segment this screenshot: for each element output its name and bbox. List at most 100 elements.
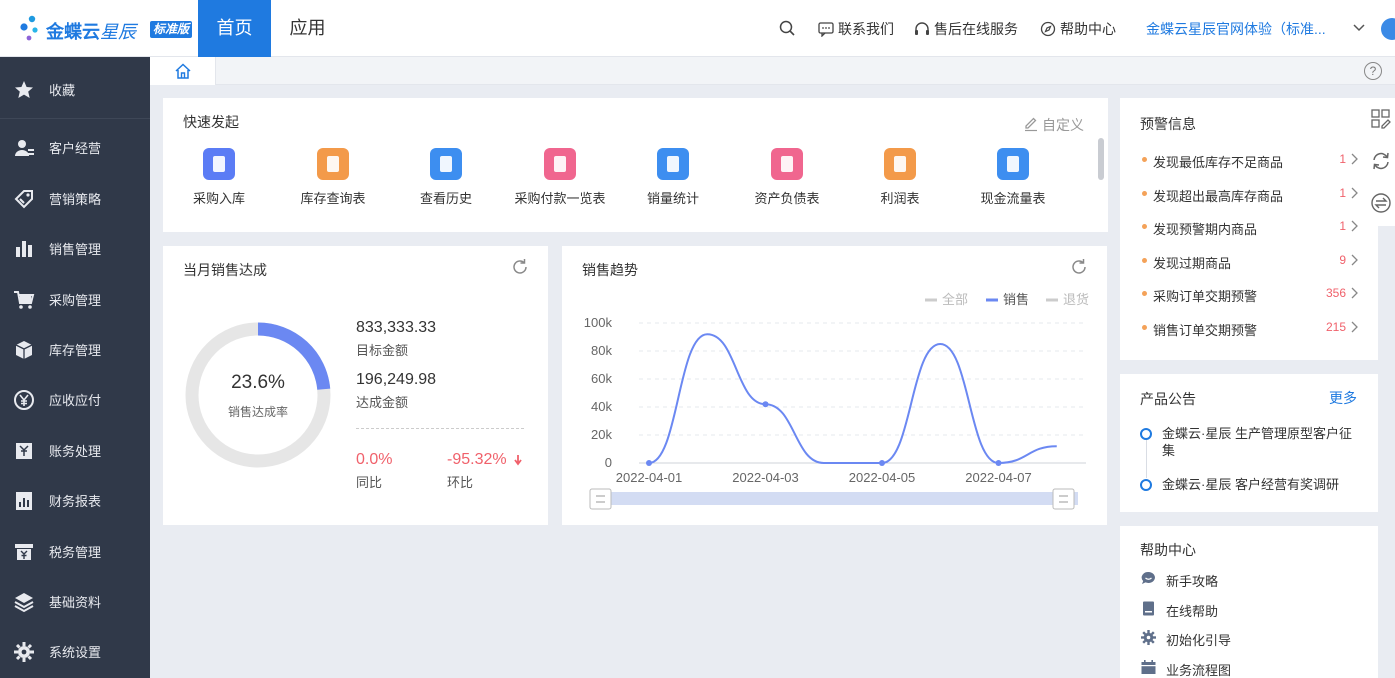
sidebar-item-financial-reports[interactable]: 财务报表 bbox=[0, 477, 150, 527]
chevron-right-icon bbox=[1351, 254, 1358, 266]
announcements-card: 产品公告 更多 金蝶云·星辰 生产管理原型客户征集 金蝶云·星辰 客户经营有奖调… bbox=[1120, 374, 1378, 512]
alert-count: 1 bbox=[1339, 152, 1346, 166]
bullet-dot bbox=[1142, 191, 1147, 196]
switch-icon[interactable] bbox=[1370, 192, 1392, 214]
sidebar-item-accounting[interactable]: 账务处理 bbox=[0, 427, 150, 477]
help-item-init-guide[interactable]: 初始化引导 bbox=[1140, 628, 1370, 648]
sidebar-item-inventory[interactable]: 库存管理 bbox=[0, 326, 150, 376]
search-button[interactable] bbox=[779, 19, 800, 39]
quick-item-purchase-inbound[interactable]: 采购入库 bbox=[164, 148, 274, 210]
sidebar-divider bbox=[0, 118, 150, 119]
announcement-item[interactable]: 金蝶云·星辰 生产管理原型客户征集 bbox=[1140, 425, 1362, 461]
ledger-icon bbox=[16, 443, 32, 459]
quick-item-history[interactable]: 查看历史 bbox=[391, 148, 501, 210]
legend-label: 全部 bbox=[942, 292, 968, 307]
quick-item-income-statement[interactable]: 利润表 bbox=[845, 148, 955, 210]
achievement-rate: 23.6% bbox=[231, 372, 285, 393]
message-icon bbox=[818, 22, 834, 37]
quick-item-sales-stats[interactable]: 销量统计 bbox=[618, 148, 728, 210]
sidebar-item-purchase[interactable]: 采购管理 bbox=[0, 276, 150, 326]
y-tick-label: 0 bbox=[605, 455, 612, 470]
chat-bubble-icon bbox=[1141, 571, 1155, 584]
zoom-slider-handle-right[interactable] bbox=[1052, 488, 1075, 510]
help-item-beginner-guide[interactable]: 新手攻略 bbox=[1140, 569, 1370, 589]
announcement-item[interactable]: 金蝶云·星辰 客户经营有奖调研 bbox=[1140, 476, 1362, 496]
history-doc-icon bbox=[430, 148, 462, 180]
achieved-amount: 196,249.98 bbox=[356, 371, 437, 388]
account-switcher[interactable]: 金蝶云星辰官网体验（标准... bbox=[1146, 19, 1326, 39]
chevron-right-icon bbox=[1351, 321, 1358, 333]
alert-text: 发现最低库存不足商品 bbox=[1153, 155, 1284, 170]
help-item-label: 初始化引导 bbox=[1166, 633, 1232, 648]
sidebar-item-label: 客户经营 bbox=[49, 141, 102, 156]
chevron-right-icon bbox=[1351, 287, 1358, 299]
sidebar-item-label: 应收应付 bbox=[49, 393, 102, 408]
home-icon bbox=[175, 63, 191, 79]
y-tick-label: 40k bbox=[591, 399, 612, 414]
alert-count: 1 bbox=[1339, 186, 1346, 200]
sidebar-item-master-data[interactable]: 基础资料 bbox=[0, 578, 150, 628]
y-tick-label: 100k bbox=[584, 315, 613, 330]
alert-row[interactable]: 发现过期商品 9 bbox=[1142, 251, 1372, 271]
box-icon bbox=[15, 341, 33, 359]
quick-launch-scrollbar[interactable] bbox=[1098, 138, 1104, 180]
search-icon bbox=[779, 20, 795, 36]
dashed-divider bbox=[356, 428, 524, 429]
timeline-dot bbox=[1140, 479, 1152, 491]
alert-row[interactable]: 发现超出最高库存商品 1 bbox=[1142, 184, 1372, 204]
quick-launch-title: 快速发起 bbox=[183, 114, 239, 130]
quick-item-stock-query[interactable]: 库存查询表 bbox=[278, 148, 388, 210]
user-avatar[interactable] bbox=[1381, 18, 1395, 40]
sales-target-card: 当月销售达成 23.6% 销售达成率 833,333.33 目标金额 196,2… bbox=[163, 246, 548, 525]
alert-row[interactable]: 发现最低库存不足商品 1 bbox=[1142, 150, 1372, 170]
customize-button[interactable]: 自定义 bbox=[1023, 115, 1084, 135]
alert-count: 1 bbox=[1339, 219, 1346, 233]
contact-us-link[interactable]: 联系我们 bbox=[818, 19, 894, 39]
sidebar-item-customers[interactable]: 客户经营 bbox=[0, 124, 150, 174]
alert-count: 356 bbox=[1325, 286, 1346, 300]
quick-item-cash-flow[interactable]: 现金流量表 bbox=[958, 148, 1068, 210]
sidebar-item-marketing[interactable]: 营销策略 bbox=[0, 175, 150, 225]
alert-row[interactable]: 采购订单交期预警 356 bbox=[1142, 284, 1372, 304]
legend-label: 销售 bbox=[1003, 292, 1029, 307]
zoom-slider-handle-left[interactable] bbox=[589, 488, 612, 510]
chevron-down-icon[interactable] bbox=[1352, 21, 1366, 35]
x-tick-label: 2022-04-01 bbox=[616, 470, 683, 485]
yoy-value: 0.0% bbox=[356, 451, 393, 468]
announcements-title: 产品公告 bbox=[1140, 391, 1196, 407]
quick-item-label: 资产负债表 bbox=[754, 191, 820, 206]
quick-item-balance-sheet[interactable]: 资产负债表 bbox=[732, 148, 842, 210]
quick-item-label: 查看历史 bbox=[419, 191, 472, 206]
gear-icon bbox=[14, 642, 34, 662]
layout-edit-icon[interactable] bbox=[1370, 108, 1392, 130]
alert-text: 发现预警期内商品 bbox=[1153, 222, 1258, 237]
sidebar-item-receivables[interactable]: 应收应付 bbox=[0, 376, 150, 426]
tab-home[interactable] bbox=[150, 57, 216, 85]
help-center-link[interactable]: 帮助中心 bbox=[1040, 19, 1116, 39]
nav-home-tab[interactable]: 首页 bbox=[198, 0, 271, 57]
alert-row[interactable]: 销售订单交期预警 215 bbox=[1142, 318, 1372, 338]
help-item-online-help[interactable]: 在线帮助 bbox=[1140, 599, 1370, 619]
after-sales-link[interactable]: 售后在线服务 bbox=[914, 19, 1018, 39]
sidebar-item-sales[interactable]: 销售管理 bbox=[0, 225, 150, 275]
alert-text: 采购订单交期预警 bbox=[1153, 289, 1258, 304]
brand-logo[interactable]: 金蝶云星辰 标准版 bbox=[14, 8, 194, 50]
tag-icon bbox=[14, 190, 33, 209]
help-center-card: 帮助中心 新手攻略 在线帮助 初始化引导 业务流程图 bbox=[1120, 526, 1378, 678]
more-link[interactable]: 更多 bbox=[1329, 388, 1357, 408]
compass-icon bbox=[1040, 21, 1056, 37]
quick-item-label: 库存查询表 bbox=[300, 191, 366, 206]
alert-row[interactable]: 发现预警期内商品 1 bbox=[1142, 217, 1372, 237]
help-question-icon[interactable]: ? bbox=[1364, 62, 1382, 80]
sidebar-item-settings[interactable]: 系统设置 bbox=[0, 628, 150, 678]
sync-icon[interactable] bbox=[1370, 150, 1392, 172]
help-item-process-map[interactable]: 业务流程图 bbox=[1140, 658, 1370, 678]
chevron-right-icon bbox=[1351, 153, 1358, 165]
announcement-text: 金蝶云·星辰 生产管理原型客户征集 bbox=[1162, 426, 1352, 458]
refresh-icon[interactable] bbox=[510, 257, 530, 277]
sidebar-item-tax[interactable]: 税务管理 bbox=[0, 528, 150, 578]
quick-item-label: 现金流量表 bbox=[980, 191, 1046, 206]
quick-item-payment-list[interactable]: 采购付款一览表 bbox=[505, 148, 615, 210]
sidebar-item-favorites[interactable]: 收藏 bbox=[0, 66, 150, 116]
nav-apps-tab[interactable]: 应用 bbox=[271, 0, 344, 57]
